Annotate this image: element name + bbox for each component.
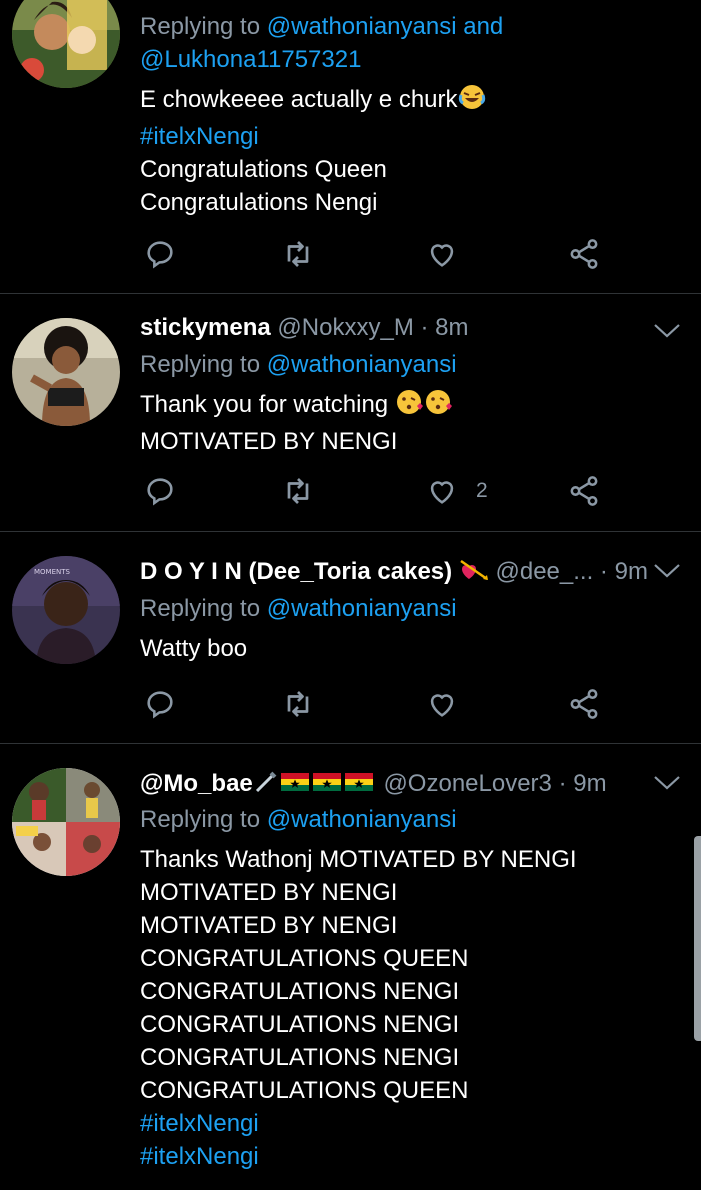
- timestamp[interactable]: 9m: [573, 770, 606, 797]
- tweet-line: Congratulations Nengi: [140, 189, 378, 216]
- like-icon: [430, 244, 454, 267]
- reply-context: Replying to @wathonianyansi: [140, 806, 457, 833]
- retweet-icon: [287, 691, 309, 717]
- avatar[interactable]: MOMENTS: [12, 556, 120, 664]
- tweet-line: Thank you for watching: [140, 388, 453, 425]
- like-count: 2: [476, 479, 488, 502]
- like-icon: [430, 481, 454, 504]
- tweet-1[interactable]: Replying to @wathonianyansi and @Lukhona…: [0, 0, 701, 294]
- separator-dot: ·: [599, 558, 608, 585]
- tweet-line: MOTIVATED BY NENGI: [140, 879, 398, 906]
- reply-button[interactable]: [140, 684, 180, 724]
- tweet-actions: [140, 234, 610, 274]
- retweet-button[interactable]: [278, 471, 318, 511]
- tweet-text: Thank you for watching MOTIVATED BY NENG…: [140, 388, 453, 458]
- share-button[interactable]: [564, 471, 604, 511]
- like-icon: [430, 694, 454, 717]
- mention-conjunction: and: [463, 13, 504, 40]
- reply-icon: [147, 691, 173, 719]
- reply-icon: [147, 241, 173, 269]
- hashtag-link[interactable]: #itelxNengi: [140, 1140, 577, 1173]
- display-name[interactable]: stickymena: [140, 314, 271, 341]
- reply-context: Replying to @wathonianyansi: [140, 595, 457, 622]
- tweet-header: @Mo_bae @OzoneLover3 · 9m: [140, 767, 681, 804]
- reply-context-second-line: @Lukhona11757321: [140, 43, 361, 76]
- tweet-line: Thanks Wathonj MOTIVATED BY NENGI: [140, 846, 577, 873]
- retweet-button[interactable]: [278, 684, 318, 724]
- tweet-line: E chowkeeee actually e churk: [140, 83, 486, 120]
- reply-button[interactable]: [140, 471, 180, 511]
- like-button[interactable]: [422, 234, 462, 274]
- share-button[interactable]: [564, 684, 604, 724]
- tweet-actions: [140, 684, 610, 724]
- mention-link[interactable]: @wathonianyansi: [267, 806, 457, 833]
- like-button[interactable]: [422, 684, 462, 724]
- hashtag-link[interactable]: #itelxNengi: [140, 1107, 577, 1140]
- retweet-icon: [287, 478, 309, 504]
- tweet-4[interactable]: @Mo_bae @OzoneLover3 · 9m Replying to @w…: [0, 743, 701, 1190]
- display-name[interactable]: D O Y I N (Dee_Toria cakes): [140, 558, 452, 585]
- reply-button[interactable]: [140, 234, 180, 274]
- user-handle[interactable]: @dee_...: [495, 558, 593, 585]
- avatar[interactable]: [12, 318, 120, 426]
- share-button[interactable]: [564, 234, 604, 274]
- dagger-and-flags-icon: [253, 769, 377, 804]
- separator-dot: ·: [420, 314, 429, 341]
- tweet-text: E chowkeeee actually e churk #itelxNengi…: [140, 83, 486, 219]
- tweet-actions: 2: [140, 471, 610, 511]
- display-name[interactable]: @Mo_bae: [140, 770, 253, 797]
- tweet-2[interactable]: stickymena @Nokxxy_M · 8m Replying to @w…: [0, 293, 701, 532]
- tweet-header: D O Y I N (Dee_Toria cakes) @dee_... · 9…: [140, 555, 681, 592]
- tweet-3[interactable]: MOMENTS D O Y I N (Dee_Toria cakes) @dee…: [0, 531, 701, 744]
- avatar[interactable]: [12, 768, 120, 876]
- scrollbar-thumb[interactable]: [694, 836, 701, 1041]
- tweet-line: CONGRATULATIONS QUEEN: [140, 945, 469, 972]
- tweet-text: Thanks Wathonj MOTIVATED BY NENGI MOTIVA…: [140, 843, 577, 1173]
- user-handle[interactable]: @OzoneLover3: [383, 770, 551, 797]
- tweet-line: Congratulations Queen: [140, 156, 387, 183]
- tweet-text: Watty boo: [140, 632, 247, 665]
- kiss-emoji-icon: [395, 388, 453, 425]
- user-handle[interactable]: @Nokxxy_M: [277, 314, 413, 341]
- tweet-line: CONGRATULATIONS NENGI: [140, 1044, 460, 1071]
- tweet-header: stickymena @Nokxxy_M · 8m: [140, 311, 681, 344]
- chevron-down-icon[interactable]: [651, 319, 683, 341]
- tweet-line: MOTIVATED BY NENGI: [140, 912, 398, 939]
- reply-icon: [147, 478, 173, 506]
- reply-context: Replying to @wathonianyansi: [140, 351, 457, 378]
- chevron-down-icon[interactable]: [651, 559, 683, 581]
- hashtag-link[interactable]: #itelxNengi: [140, 120, 486, 153]
- retweet-icon: [287, 241, 309, 267]
- mention-link[interactable]: @wathonianyansi: [267, 351, 457, 378]
- timestamp[interactable]: 9m: [615, 558, 648, 585]
- mention-link[interactable]: @wathonianyansi: [267, 13, 457, 40]
- reply-context: Replying to @wathonianyansi and: [140, 13, 504, 40]
- retweet-button[interactable]: [278, 234, 318, 274]
- share-icon: [570, 476, 598, 506]
- share-icon: [570, 239, 598, 269]
- share-icon: [570, 689, 598, 719]
- timestamp[interactable]: 8m: [435, 314, 468, 341]
- mention-link[interactable]: @wathonianyansi: [267, 595, 457, 622]
- separator-dot: ·: [558, 770, 567, 797]
- tweet-line: CONGRATULATIONS NENGI: [140, 1011, 460, 1038]
- tweet-line: MOTIVATED BY NENGI: [140, 428, 398, 455]
- avatar[interactable]: [12, 0, 120, 88]
- avatar-caption: MOMENTS: [34, 568, 71, 576]
- mention-link[interactable]: @Lukhona11757321: [140, 46, 361, 73]
- tweet-line: CONGRATULATIONS NENGI: [140, 978, 460, 1005]
- heart-with-arrow-icon: [459, 557, 489, 592]
- chevron-down-icon[interactable]: [651, 771, 683, 793]
- laughing-emoji-icon: [458, 83, 486, 120]
- tweet-line: Watty boo: [140, 635, 248, 662]
- tweet-line: CONGRATULATIONS QUEEN: [140, 1077, 469, 1104]
- like-button[interactable]: [422, 471, 462, 511]
